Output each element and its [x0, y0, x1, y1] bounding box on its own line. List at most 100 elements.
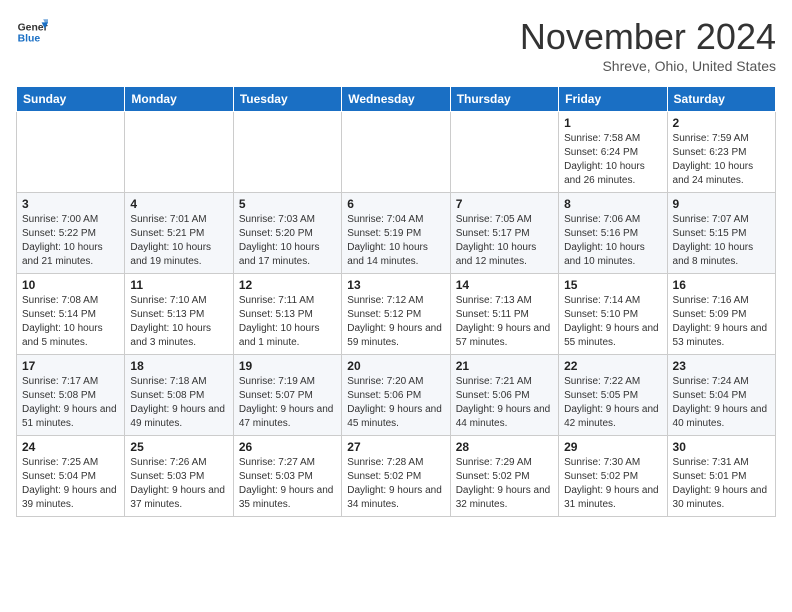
day-info: Sunrise: 7:01 AM Sunset: 5:21 PM Dayligh… [130, 213, 227, 269]
day-number: 14 [456, 278, 553, 292]
calendar-cell [233, 112, 341, 193]
calendar-week-5: 24Sunrise: 7:25 AM Sunset: 5:04 PM Dayli… [17, 436, 776, 517]
day-number: 13 [347, 278, 444, 292]
month-title: November 2024 [520, 16, 776, 58]
day-number: 29 [564, 440, 661, 454]
calendar-cell: 17Sunrise: 7:17 AM Sunset: 5:08 PM Dayli… [17, 355, 125, 436]
day-info: Sunrise: 7:11 AM Sunset: 5:13 PM Dayligh… [239, 294, 336, 350]
day-info: Sunrise: 7:03 AM Sunset: 5:20 PM Dayligh… [239, 213, 336, 269]
day-number: 23 [673, 359, 770, 373]
day-info: Sunrise: 7:26 AM Sunset: 5:03 PM Dayligh… [130, 456, 227, 512]
calendar-cell: 12 Sunrise: 7:11 AM Sunset: 5:13 PM Dayli… [233, 274, 341, 355]
day-number: 25 [130, 440, 227, 454]
day-number: 19 [239, 359, 336, 373]
day-info: Sunrise: 7:59 AM Sunset: 6:23 PM Dayligh… [673, 132, 770, 188]
calendar-cell: 24Sunrise: 7:25 AM Sunset: 5:04 PM Dayli… [17, 436, 125, 517]
day-number: 5 [239, 197, 336, 211]
calendar-header-sunday: Sunday [17, 87, 125, 112]
day-info: Sunrise: 7:29 AM Sunset: 5:02 PM Dayligh… [456, 456, 553, 512]
calendar-cell [17, 112, 125, 193]
calendar-table: SundayMondayTuesdayWednesdayThursdayFrid… [16, 86, 776, 517]
calendar-cell: 9 Sunrise: 7:07 AM Sunset: 5:15 PM Daylig… [667, 193, 775, 274]
calendar-cell: 5 Sunrise: 7:03 AM Sunset: 5:20 PM Daylig… [233, 193, 341, 274]
day-info: Sunrise: 7:12 AM Sunset: 5:12 PM Dayligh… [347, 294, 444, 350]
calendar-header-row: SundayMondayTuesdayWednesdayThursdayFrid… [17, 87, 776, 112]
calendar-header-saturday: Saturday [667, 87, 775, 112]
location: Shreve, Ohio, United States [520, 58, 776, 74]
day-info: Sunrise: 7:58 AM Sunset: 6:24 PM Dayligh… [564, 132, 661, 188]
day-number: 12 [239, 278, 336, 292]
calendar-cell: 19 Sunrise: 7:19 AM Sunset: 5:07 PM Dayli… [233, 355, 341, 436]
day-number: 18 [130, 359, 227, 373]
calendar-cell [342, 112, 450, 193]
calendar-header-thursday: Thursday [450, 87, 558, 112]
day-number: 7 [456, 197, 553, 211]
calendar-week-2: 3Sunrise: 7:00 AM Sunset: 5:22 PM Daylig… [17, 193, 776, 274]
calendar-week-3: 10Sunrise: 7:08 AM Sunset: 5:14 PM Dayli… [17, 274, 776, 355]
day-number: 2 [673, 116, 770, 130]
calendar-cell: 30 Sunrise: 7:31 AM Sunset: 5:01 PM Dayli… [667, 436, 775, 517]
day-info: Sunrise: 7:21 AM Sunset: 5:06 PM Dayligh… [456, 375, 553, 431]
calendar-cell [125, 112, 233, 193]
day-number: 21 [456, 359, 553, 373]
calendar-cell: 21 Sunrise: 7:21 AM Sunset: 5:06 PM Dayli… [450, 355, 558, 436]
calendar-cell: 3Sunrise: 7:00 AM Sunset: 5:22 PM Daylig… [17, 193, 125, 274]
calendar-header-tuesday: Tuesday [233, 87, 341, 112]
day-info: Sunrise: 7:13 AM Sunset: 5:11 PM Dayligh… [456, 294, 553, 350]
calendar-week-1: 1Sunrise: 7:58 AM Sunset: 6:24 PM Daylig… [17, 112, 776, 193]
day-info: Sunrise: 7:25 AM Sunset: 5:04 PM Dayligh… [22, 456, 119, 512]
calendar-cell [450, 112, 558, 193]
day-info: Sunrise: 7:22 AM Sunset: 5:05 PM Dayligh… [564, 375, 661, 431]
day-info: Sunrise: 7:24 AM Sunset: 5:04 PM Dayligh… [673, 375, 770, 431]
calendar-cell: 2 Sunrise: 7:59 AM Sunset: 6:23 PM Daylig… [667, 112, 775, 193]
calendar-cell: 15Sunrise: 7:14 AM Sunset: 5:10 PM Dayli… [559, 274, 667, 355]
logo: General Blue [16, 16, 48, 48]
title-block: November 2024 Shreve, Ohio, United State… [520, 16, 776, 74]
calendar-cell: 26 Sunrise: 7:27 AM Sunset: 5:03 PM Dayli… [233, 436, 341, 517]
day-info: Sunrise: 7:17 AM Sunset: 5:08 PM Dayligh… [22, 375, 119, 431]
calendar-header-friday: Friday [559, 87, 667, 112]
calendar-cell: 16 Sunrise: 7:16 AM Sunset: 5:09 PM Dayli… [667, 274, 775, 355]
calendar-cell: 20Sunrise: 7:20 AM Sunset: 5:06 PM Dayli… [342, 355, 450, 436]
day-number: 27 [347, 440, 444, 454]
svg-text:Blue: Blue [18, 34, 41, 45]
logo-icon: General Blue [16, 16, 48, 48]
day-info: Sunrise: 7:06 AM Sunset: 5:16 PM Dayligh… [564, 213, 661, 269]
day-number: 30 [673, 440, 770, 454]
calendar-cell: 23 Sunrise: 7:24 AM Sunset: 5:04 PM Dayli… [667, 355, 775, 436]
calendar-header-monday: Monday [125, 87, 233, 112]
day-info: Sunrise: 7:28 AM Sunset: 5:02 PM Dayligh… [347, 456, 444, 512]
day-number: 22 [564, 359, 661, 373]
day-info: Sunrise: 7:30 AM Sunset: 5:02 PM Dayligh… [564, 456, 661, 512]
calendar-cell: 4 Sunrise: 7:01 AM Sunset: 5:21 PM Daylig… [125, 193, 233, 274]
day-info: Sunrise: 7:19 AM Sunset: 5:07 PM Dayligh… [239, 375, 336, 431]
calendar-cell: 28 Sunrise: 7:29 AM Sunset: 5:02 PM Dayli… [450, 436, 558, 517]
day-number: 4 [130, 197, 227, 211]
calendar-cell: 27 Sunrise: 7:28 AM Sunset: 5:02 PM Dayli… [342, 436, 450, 517]
day-info: Sunrise: 7:18 AM Sunset: 5:08 PM Dayligh… [130, 375, 227, 431]
day-number: 6 [347, 197, 444, 211]
day-number: 16 [673, 278, 770, 292]
day-info: Sunrise: 7:10 AM Sunset: 5:13 PM Dayligh… [130, 294, 227, 350]
day-number: 8 [564, 197, 661, 211]
calendar-cell: 25 Sunrise: 7:26 AM Sunset: 5:03 PM Dayli… [125, 436, 233, 517]
day-number: 28 [456, 440, 553, 454]
calendar-cell: 11 Sunrise: 7:10 AM Sunset: 5:13 PM Dayli… [125, 274, 233, 355]
calendar-cell: 1Sunrise: 7:58 AM Sunset: 6:24 PM Daylig… [559, 112, 667, 193]
day-info: Sunrise: 7:07 AM Sunset: 5:15 PM Dayligh… [673, 213, 770, 269]
calendar-cell: 18 Sunrise: 7:18 AM Sunset: 5:08 PM Dayli… [125, 355, 233, 436]
day-number: 11 [130, 278, 227, 292]
calendar-cell: 13 Sunrise: 7:12 AM Sunset: 5:12 PM Dayli… [342, 274, 450, 355]
calendar-cell: 10Sunrise: 7:08 AM Sunset: 5:14 PM Dayli… [17, 274, 125, 355]
day-info: Sunrise: 7:16 AM Sunset: 5:09 PM Dayligh… [673, 294, 770, 350]
day-info: Sunrise: 7:00 AM Sunset: 5:22 PM Dayligh… [22, 213, 119, 269]
calendar-header-wednesday: Wednesday [342, 87, 450, 112]
day-number: 9 [673, 197, 770, 211]
day-number: 15 [564, 278, 661, 292]
day-number: 20 [347, 359, 444, 373]
day-info: Sunrise: 7:27 AM Sunset: 5:03 PM Dayligh… [239, 456, 336, 512]
day-info: Sunrise: 7:31 AM Sunset: 5:01 PM Dayligh… [673, 456, 770, 512]
calendar-cell: 8 Sunrise: 7:06 AM Sunset: 5:16 PM Daylig… [559, 193, 667, 274]
calendar-week-4: 17Sunrise: 7:17 AM Sunset: 5:08 PM Dayli… [17, 355, 776, 436]
day-number: 26 [239, 440, 336, 454]
